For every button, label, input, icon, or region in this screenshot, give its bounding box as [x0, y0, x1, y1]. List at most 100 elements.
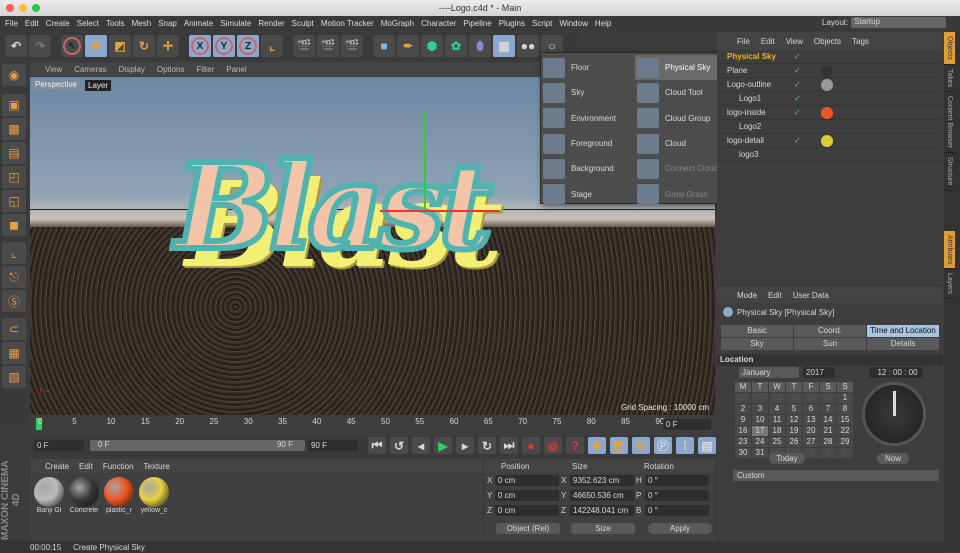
end-frame-field[interactable]: 90 F: [308, 440, 358, 451]
calendar-day[interactable]: 18: [769, 426, 785, 436]
rotation-z-field[interactable]: 0 °: [645, 505, 709, 516]
menu-file[interactable]: File: [5, 19, 18, 28]
recent-tool-button[interactable]: ✛: [157, 35, 179, 57]
menu-pipeline[interactable]: Pipeline: [463, 19, 491, 28]
calendar-day[interactable]: 23: [735, 437, 751, 447]
attr-tab-coord[interactable]: Coord.: [794, 325, 866, 337]
texture-mode-icon[interactable]: ▩: [2, 118, 26, 140]
calendar-day[interactable]: 5: [786, 404, 802, 414]
object-row[interactable]: Plane ✓: [717, 64, 943, 78]
popup-item-stage[interactable]: Stage: [541, 181, 635, 206]
calendar-day[interactable]: 4: [769, 404, 785, 414]
menu-help[interactable]: Help: [595, 19, 611, 28]
calendar-day[interactable]: 29: [837, 437, 853, 447]
position-x-field[interactable]: 0 cm: [495, 475, 559, 486]
calendar-day[interactable]: 3: [803, 448, 819, 458]
calendar-day[interactable]: 11: [769, 415, 785, 425]
live-selection-button[interactable]: ↖: [61, 35, 83, 57]
minimize-window-button[interactable]: [19, 4, 27, 12]
prev-key-button[interactable]: ↺: [390, 437, 408, 454]
calendar-day[interactable]: 30: [803, 393, 819, 403]
now-button[interactable]: Now: [877, 453, 909, 464]
menu-motion-tracker[interactable]: Motion Tracker: [321, 19, 374, 28]
calendar-day[interactable]: 15: [837, 415, 853, 425]
layer-badge[interactable]: Layer: [85, 80, 112, 91]
object-row[interactable]: Physical Sky ✓: [717, 50, 943, 64]
layout-dropdown[interactable]: Startup: [851, 17, 947, 28]
y-axis-button[interactable]: Y: [213, 35, 235, 57]
popup-item-environment[interactable]: Environment: [541, 106, 635, 131]
time-field[interactable]: 12 : 00 : 00: [869, 367, 923, 378]
calendar-day[interactable]: 21: [820, 426, 836, 436]
material-menu-create[interactable]: Create: [45, 462, 69, 471]
menu-select[interactable]: Select: [77, 19, 99, 28]
position-z-field[interactable]: 0 cm: [495, 505, 559, 516]
material-swatch[interactable]: Banji Gl: [33, 477, 65, 514]
tab-attributes[interactable]: Attributes: [944, 230, 955, 270]
year-field[interactable]: 2017: [803, 367, 835, 378]
object-row[interactable]: logo3: [717, 148, 943, 162]
calendar-day[interactable]: 5: [837, 448, 853, 458]
calendar-day[interactable]: 30: [735, 448, 751, 458]
calendar-day[interactable]: 14: [820, 415, 836, 425]
viewport-menu-options[interactable]: Options: [157, 65, 185, 74]
edges-mode-icon[interactable]: ◱: [2, 190, 26, 212]
object-menu-file[interactable]: File: [737, 37, 750, 46]
object-row[interactable]: logo-detail ✓: [717, 134, 943, 148]
calendar-day[interactable]: 2: [735, 404, 751, 414]
next-frame-button[interactable]: ▸: [456, 437, 474, 454]
polygons-mode-icon[interactable]: ◼: [2, 214, 26, 236]
material-swatch[interactable]: plastic_r: [103, 477, 135, 514]
make-editable-icon[interactable]: ◉: [2, 64, 26, 86]
key-scale-button[interactable]: ◩: [610, 437, 628, 454]
tab-content-browser[interactable]: Content Browser: [944, 92, 955, 154]
calendar-day[interactable]: 19: [786, 426, 802, 436]
material-tag-icon[interactable]: [821, 64, 833, 77]
menu-snap[interactable]: Snap: [158, 19, 177, 28]
cloner-button[interactable]: ✿: [445, 35, 467, 57]
key-rotation-button[interactable]: ↻: [632, 437, 650, 454]
material-tag-icon[interactable]: [821, 78, 833, 91]
autokey-button[interactable]: ◎: [544, 437, 562, 454]
prev-frame-button[interactable]: ◂: [412, 437, 430, 454]
popup-item-background[interactable]: Background: [541, 156, 635, 181]
axis-mode-icon[interactable]: ⌞: [2, 242, 26, 264]
material-menu-edit[interactable]: Edit: [79, 462, 93, 471]
timeline-button[interactable]: ▤: [698, 437, 716, 454]
calendar-day[interactable]: 28: [820, 437, 836, 447]
object-row[interactable]: Logo-outline ✓: [717, 78, 943, 92]
x-axis-button[interactable]: X: [189, 35, 211, 57]
model-mode-icon[interactable]: ▣: [2, 94, 26, 116]
popup-item-physical-sky[interactable]: Physical Sky: [635, 55, 729, 81]
calendar-day[interactable]: 17: [752, 426, 768, 436]
size-x-field[interactable]: 9352.623 cm: [570, 475, 634, 486]
magnet-icon[interactable]: ⊂: [2, 318, 26, 340]
calendar-day[interactable]: 27: [752, 393, 768, 403]
menu-tools[interactable]: Tools: [106, 19, 125, 28]
menu-mograph[interactable]: MoGraph: [381, 19, 414, 28]
grid-icon[interactable]: ▦: [2, 342, 26, 364]
size-y-field[interactable]: 46650.536 cm: [570, 490, 634, 501]
calendar-day[interactable]: 31: [752, 448, 768, 458]
snap-icon[interactable]: Ⓢ: [2, 290, 26, 312]
tab-structure[interactable]: Structure: [944, 153, 955, 191]
play-button[interactable]: ▶: [434, 437, 452, 454]
calendar-day[interactable]: 12: [786, 415, 802, 425]
go-to-start-button[interactable]: ⏮: [368, 437, 386, 454]
clock-face[interactable]: [862, 382, 926, 446]
start-frame-field[interactable]: 0 F: [34, 440, 84, 451]
calendar-day[interactable]: 26: [786, 437, 802, 447]
workplane-icon[interactable]: ▤: [2, 142, 26, 164]
popup-item-cloud-group[interactable]: Cloud Group: [635, 106, 729, 131]
calendar-day[interactable]: 24: [752, 437, 768, 447]
visibility-check-icon[interactable]: ✓: [794, 80, 801, 89]
render-view-button[interactable]: 🎬: [293, 35, 315, 57]
today-button[interactable]: Today: [769, 453, 805, 464]
x-axis-handle[interactable]: [380, 210, 500, 212]
render-settings-button[interactable]: 🎬: [341, 35, 363, 57]
calendar-day[interactable]: 9: [735, 415, 751, 425]
y-axis-handle[interactable]: [424, 112, 426, 212]
city-dropdown[interactable]: Custom: [733, 470, 939, 481]
calendar-day[interactable]: 26: [735, 393, 751, 403]
material-tag-icon[interactable]: [821, 134, 833, 147]
